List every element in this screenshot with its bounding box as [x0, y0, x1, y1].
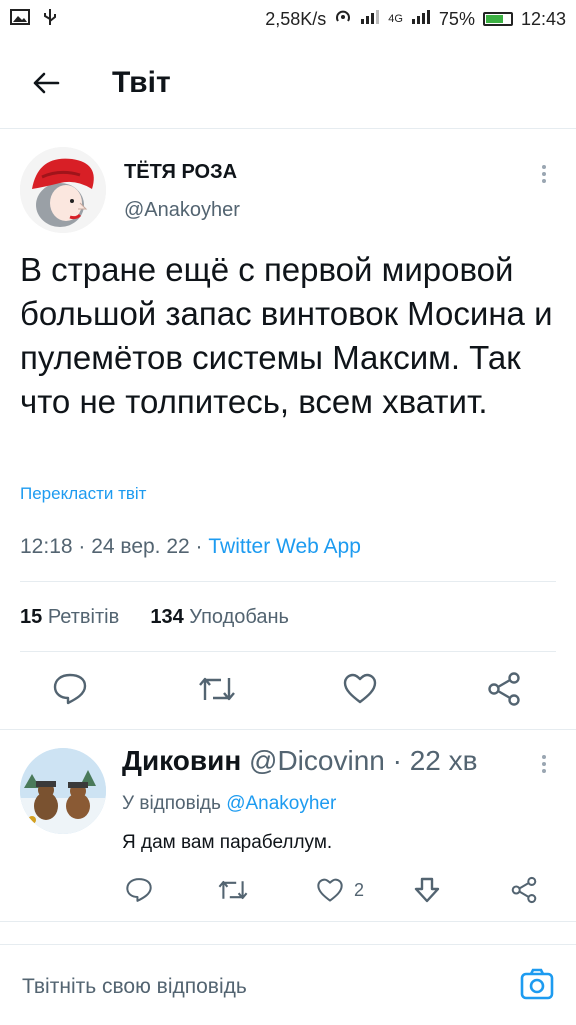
usb-icon — [42, 8, 58, 31]
share-icon — [488, 672, 520, 706]
reply-retweet-button[interactable] — [217, 878, 249, 907]
camera-button[interactable] — [520, 967, 554, 1006]
network-type: 4G — [388, 13, 403, 25]
reply-like-count: 2 — [354, 880, 365, 900]
reply-icon — [53, 673, 87, 705]
hotspot-icon — [334, 8, 352, 31]
reply-reply-button[interactable] — [125, 876, 153, 909]
reply-header: Диковин @Dicovinn · 22 хв — [122, 745, 478, 777]
reply-composer-input[interactable]: Твітніть свою відповідь — [22, 975, 247, 999]
battery-percent: 75% — [438, 8, 475, 29]
heart-icon — [343, 673, 377, 704]
author-name[interactable]: ТЁТЯ РОЗА — [124, 161, 237, 184]
reply-like-button[interactable]: 2 — [316, 878, 364, 903]
app-bar: Твіт — [0, 38, 576, 128]
tweet-stats: 15 Ретвітів 134 Уподобань — [20, 606, 289, 629]
meta-divider — [20, 581, 556, 582]
reply-text: Я дам вам парабеллум. — [122, 832, 333, 853]
translate-tweet-link[interactable]: Перекласти твіт — [20, 484, 146, 504]
likes-stat[interactable]: 134 Уподобань — [150, 606, 289, 628]
more-options-icon[interactable] — [532, 162, 556, 186]
reply-time: · 22 хв — [392, 745, 478, 776]
back-button[interactable] — [28, 65, 64, 101]
network-speed: 2,58K/s — [265, 8, 327, 29]
arrow-left-icon — [33, 72, 60, 94]
replying-to: У відповідь @Anakoyher — [122, 793, 336, 815]
tweet-source-link[interactable]: Twitter Web App — [208, 535, 361, 558]
tweet-text: В стране ещё с первой мировой большой за… — [20, 251, 553, 420]
likes-label: Уподобань — [189, 606, 289, 628]
retweet-icon — [218, 880, 248, 900]
tweet-actions — [0, 668, 576, 712]
reply-icon — [126, 878, 152, 902]
downvote-button[interactable] — [414, 876, 440, 909]
signal-icon-2 — [411, 9, 431, 30]
actions-divider — [0, 729, 576, 730]
status-bar: 2,58K/s 4G 75% 12:43 — [0, 0, 576, 38]
author-handle[interactable]: @Anakoyher — [124, 199, 240, 222]
retweets-count: 15 — [20, 606, 43, 628]
reply-button[interactable] — [52, 672, 88, 706]
retweets-label: Ретвітів — [47, 606, 120, 628]
author-avatar[interactable] — [20, 147, 106, 233]
reply-composer: Твітніть свою відповідь — [0, 944, 576, 1025]
tweet-meta: 12:18 · 24 вер. 22 · Twitter Web App — [20, 535, 361, 559]
reply-share-button[interactable] — [510, 876, 538, 909]
retweet-icon — [199, 677, 235, 701]
turban-lady-avatar-icon — [20, 147, 106, 233]
arrow-down-icon — [414, 877, 440, 903]
page-title: Твіт — [112, 66, 171, 99]
header-divider — [0, 128, 576, 129]
replying-to-handle[interactable]: @Anakoyher — [226, 793, 336, 814]
heart-icon — [317, 878, 343, 902]
like-button[interactable] — [342, 673, 378, 705]
camera-icon — [520, 968, 554, 1000]
stats-divider — [20, 651, 556, 652]
retweets-stat[interactable]: 15 Ретвітів — [20, 606, 119, 628]
retweet-button[interactable] — [197, 674, 237, 704]
reply-author-name[interactable]: Диковин — [122, 745, 241, 776]
cartoon-bears-avatar-icon — [20, 748, 106, 834]
reply-more-options-icon[interactable] — [532, 752, 556, 776]
share-button[interactable] — [486, 671, 522, 707]
gallery-icon — [10, 8, 30, 30]
replying-to-label: У відповідь — [122, 793, 227, 814]
reply-divider — [0, 921, 576, 922]
battery-icon — [482, 12, 513, 26]
reply-author-handle[interactable]: @Dicovinn — [249, 745, 385, 776]
tweet-timestamp: 12:18 · 24 вер. 22 · — [20, 535, 209, 558]
signal-icon — [360, 9, 380, 30]
reply-author-avatar[interactable] — [20, 748, 106, 834]
likes-count: 134 — [150, 606, 184, 628]
share-icon — [511, 876, 537, 904]
clock: 12:43 — [520, 8, 566, 29]
